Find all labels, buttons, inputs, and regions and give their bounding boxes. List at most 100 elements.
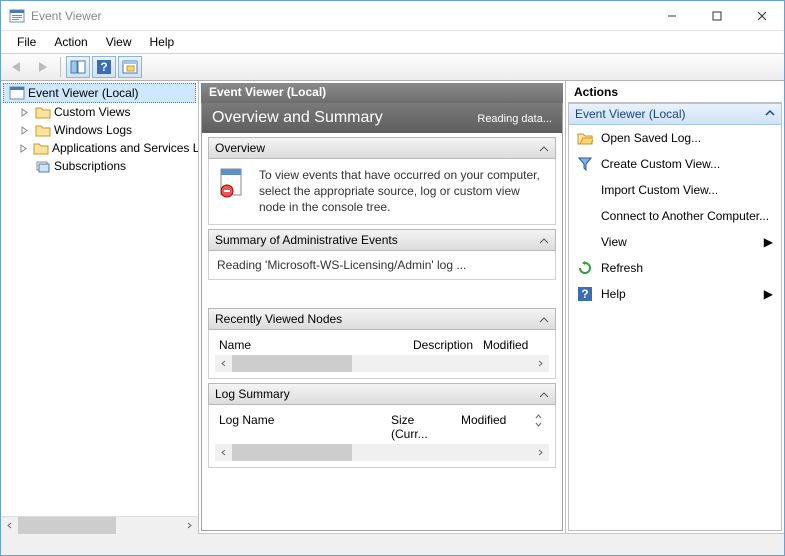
section-title: Summary of Administrative Events: [215, 233, 398, 247]
col-modified[interactable]: Modified: [457, 411, 527, 443]
blank-icon: [577, 182, 593, 198]
window-controls: [649, 1, 784, 30]
col-logname[interactable]: Log Name: [215, 411, 387, 443]
table-header-row: Name Description Modified: [215, 336, 549, 354]
tree-node-windows-logs[interactable]: Windows Logs: [3, 121, 196, 139]
tree-hscrollbar[interactable]: [1, 516, 198, 533]
workspace: Event Viewer (Local) Custom Views Window…: [1, 81, 784, 533]
tree-label: Applications and Services Logs: [52, 141, 198, 155]
refresh-icon: [577, 260, 593, 276]
col-description[interactable]: Description: [409, 336, 479, 354]
help-button[interactable]: ?: [92, 56, 116, 78]
overview-text: To view events that have occurred on you…: [259, 167, 547, 216]
tree-node-custom-views[interactable]: Custom Views: [3, 103, 196, 121]
expand-icon[interactable]: [19, 143, 28, 154]
summary-text: Reading 'Microsoft-WS-Licensing/Admin' l…: [217, 257, 466, 273]
actions-panel: Actions Event Viewer (Local) Open Saved …: [566, 81, 784, 533]
menu-view[interactable]: View: [98, 33, 140, 51]
toolbar: ?: [1, 53, 784, 81]
scroll-track[interactable]: [232, 444, 532, 461]
folder-icon: [35, 122, 51, 138]
collapse-icon[interactable]: [539, 235, 549, 245]
section-overview-header[interactable]: Overview: [208, 137, 556, 159]
toolbar-separator: [60, 57, 61, 77]
action-import-custom-view[interactable]: Import Custom View...: [569, 177, 781, 203]
tree-label: Custom Views: [54, 105, 130, 119]
menu-file[interactable]: File: [9, 33, 44, 51]
tree-panel: Event Viewer (Local) Custom Views Window…: [1, 81, 199, 533]
scroll-right-icon[interactable]: [532, 355, 549, 372]
action-connect-computer[interactable]: Connect to Another Computer...: [569, 203, 781, 229]
action-label: Refresh: [601, 261, 773, 275]
scroll-thumb[interactable]: [232, 444, 352, 461]
scroll-track[interactable]: [18, 517, 181, 534]
scroll-left-icon[interactable]: [215, 355, 232, 372]
tree-label: Subscriptions: [54, 159, 126, 173]
logsummary-hscroll[interactable]: [215, 445, 549, 461]
scroll-left-icon[interactable]: [215, 444, 232, 461]
recent-hscroll[interactable]: [215, 356, 549, 372]
forward-button[interactable]: [31, 56, 55, 78]
collapse-icon[interactable]: [539, 143, 549, 153]
section-summary-header[interactable]: Summary of Administrative Events: [208, 229, 556, 251]
action-label: Connect to Another Computer...: [601, 209, 773, 223]
action-open-saved-log[interactable]: Open Saved Log...: [569, 125, 781, 151]
section-logsummary-body: Log Name Size (Curr... Modified: [208, 405, 556, 468]
scroll-right-icon[interactable]: [532, 444, 549, 461]
action-create-custom-view[interactable]: Create Custom View...: [569, 151, 781, 177]
back-button[interactable]: [5, 56, 29, 78]
section-recent-body: Name Description Modified: [208, 330, 556, 379]
scroll-up-icon[interactable]: [531, 413, 545, 421]
submenu-arrow-icon: ▶: [764, 235, 773, 249]
minimize-button[interactable]: [649, 1, 694, 30]
expand-icon[interactable]: [19, 125, 30, 136]
actions-header: Actions: [568, 83, 782, 103]
svg-text:?: ?: [581, 287, 588, 301]
scroll-right-icon[interactable]: [181, 517, 198, 534]
overview-scroll[interactable]: Overview To view events that have occurr…: [202, 133, 562, 530]
overview-status: Reading data...: [477, 113, 552, 125]
action-label: Import Custom View...: [601, 183, 773, 197]
scroll-thumb[interactable]: [18, 517, 116, 534]
col-modified[interactable]: Modified: [479, 336, 549, 354]
action-view[interactable]: View ▶: [569, 229, 781, 255]
scroll-left-icon[interactable]: [1, 517, 18, 534]
submenu-arrow-icon: ▶: [764, 287, 773, 301]
recent-table: Name Description Modified: [215, 336, 549, 372]
action-refresh[interactable]: Refresh: [569, 255, 781, 281]
subscriptions-icon: [35, 158, 51, 174]
menu-help[interactable]: Help: [142, 33, 183, 51]
collapse-icon[interactable]: [765, 107, 775, 121]
collapse-icon[interactable]: [539, 389, 549, 399]
menu-action[interactable]: Action: [46, 33, 95, 51]
blank-icon: [577, 234, 593, 250]
folder-icon: [33, 140, 49, 156]
scroll-thumb[interactable]: [232, 355, 352, 372]
center-body: Overview and Summary Reading data... Ove…: [201, 103, 563, 531]
logsummary-table: Log Name Size (Curr... Modified: [215, 411, 549, 461]
scroll-track[interactable]: [232, 355, 532, 372]
properties-button[interactable]: [118, 56, 142, 78]
close-button[interactable]: [739, 1, 784, 30]
actions-group-header[interactable]: Event Viewer (Local): [569, 104, 781, 125]
col-name[interactable]: Name: [215, 336, 409, 354]
section-overview-body: To view events that have occurred on you…: [208, 159, 556, 225]
show-tree-button[interactable]: [66, 56, 90, 78]
tree-root[interactable]: Event Viewer (Local): [3, 83, 196, 103]
maximize-button[interactable]: [694, 1, 739, 30]
action-help[interactable]: ? Help ▶: [569, 281, 781, 307]
action-label: Open Saved Log...: [601, 131, 773, 145]
section-summary-body: Reading 'Microsoft-WS-Licensing/Admin' l…: [208, 251, 556, 280]
section-recent-header[interactable]: Recently Viewed Nodes: [208, 308, 556, 330]
tree-root-label: Event Viewer (Local): [28, 86, 139, 100]
section-logsummary-header[interactable]: Log Summary: [208, 383, 556, 405]
expand-icon[interactable]: [19, 107, 30, 118]
tree-node-applications-services[interactable]: Applications and Services Logs: [3, 139, 196, 157]
funnel-icon: [577, 156, 593, 172]
tree-node-subscriptions[interactable]: Subscriptions: [3, 157, 196, 175]
action-label: View: [601, 235, 756, 249]
col-size[interactable]: Size (Curr...: [387, 411, 457, 443]
scroll-down-icon[interactable]: [531, 421, 545, 429]
collapse-icon[interactable]: [539, 314, 549, 324]
center-header: Event Viewer (Local): [201, 83, 563, 103]
